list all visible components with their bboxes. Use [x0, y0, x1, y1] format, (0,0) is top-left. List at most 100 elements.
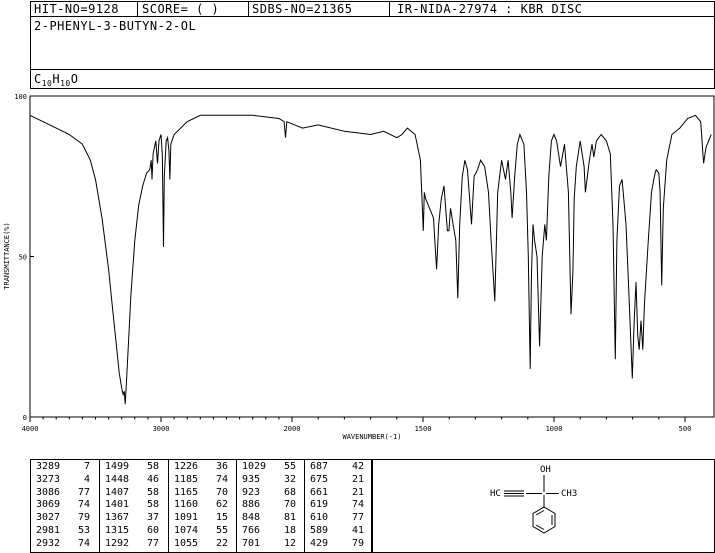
peak-column: 1029 55 935 32 923 68 886 70 848 81 766 18 701 12: [242, 461, 296, 551]
peak-wavenumber: 848: [242, 512, 261, 524]
peak-wavenumber: 1499: [105, 461, 130, 472]
peak-transmittance: 18: [283, 524, 296, 536]
peak-row: 1367 37: [105, 512, 159, 525]
peak-wavenumber: 3273: [36, 473, 61, 485]
peak-row: 1091 15: [174, 512, 228, 525]
peak-column: 3289 7 3273 4 3086 77 3069 74 3027 79 2981 53 2932 74: [36, 461, 90, 551]
peak-transmittance: 32: [283, 473, 296, 485]
peak-wavenumber: 1074: [174, 524, 199, 536]
peak-transmittance: 77: [77, 486, 90, 498]
y-tick-label: 100: [14, 93, 27, 101]
structure-frame: [372, 459, 715, 553]
peak-row: 848 81: [242, 512, 296, 525]
peak-wavenumber: 923: [242, 486, 261, 498]
peak-transmittance: 60: [146, 524, 159, 536]
x-axis-ticks: 4000 3000 2000 1500 1000 500: [22, 417, 692, 433]
peak-transmittance: 70: [283, 499, 296, 511]
peak-wavenumber: 687: [310, 461, 329, 472]
peak-wavenumber: 3069: [36, 499, 61, 511]
x-tick-label: 500: [679, 425, 692, 433]
x-tick-label: 1500: [415, 425, 432, 433]
peak-wavenumber: 886: [242, 499, 261, 511]
peak-wavenumber: 1029: [242, 461, 267, 472]
peak-transmittance: 79: [77, 512, 90, 524]
peak-wavenumber: 589: [310, 524, 329, 536]
peak-wavenumber: 1165: [174, 486, 199, 498]
peak-row: 886 70: [242, 499, 296, 512]
peak-row: 3289 7: [36, 461, 90, 474]
peak-wavenumber: 1226: [174, 461, 199, 472]
peak-wavenumber: 1407: [105, 486, 130, 498]
peak-wavenumber: 1160: [174, 499, 199, 511]
x-tick-label: 4000: [22, 425, 39, 433]
peak-wavenumber: 610: [310, 512, 329, 524]
peak-row: 1401 58: [105, 499, 159, 512]
peak-transmittance: 70: [215, 486, 228, 498]
peak-transmittance: 21: [351, 486, 364, 498]
peak-transmittance: 58: [146, 499, 159, 511]
peak-transmittance: 62: [215, 499, 228, 511]
peak-row: 3273 4: [36, 474, 90, 487]
peak-row: 3027 79: [36, 512, 90, 525]
peak-column: 1226 36 1185 74 1165 70 1160 62 1091 15 1074 55 1055…: [174, 461, 228, 551]
peak-row: 3086 77: [36, 487, 90, 500]
peak-wavenumber: 2981: [36, 524, 61, 536]
y-axis-ticks: 100 50 0: [14, 93, 34, 422]
peak-row: 923 68: [242, 487, 296, 500]
spectrum-trace: [29, 114, 712, 405]
peak-row: 766 18: [242, 525, 296, 538]
peak-transmittance: 68: [283, 486, 296, 498]
peak-row: 3069 74: [36, 499, 90, 512]
peak-row: 1448 46: [105, 474, 159, 487]
peak-wavenumber: 619: [310, 499, 329, 511]
y-axis-label: TRANSMITTANCE(%): [3, 222, 11, 289]
peak-wavenumber: 1091: [174, 512, 199, 524]
peak-transmittance: 79: [351, 537, 364, 549]
peak-wavenumber: 675: [310, 473, 329, 485]
x-axis-label: WAVENUMBER(-1): [342, 433, 401, 441]
peak-transmittance: 21: [351, 473, 364, 485]
peak-row: 1074 55: [174, 525, 228, 538]
peak-transmittance: 7: [83, 461, 90, 472]
x-tick-label: 2000: [284, 425, 301, 433]
peak-transmittance: 22: [215, 537, 228, 549]
peak-transmittance: 37: [146, 512, 159, 524]
peak-column: 1499 58 1448 46 1407 58 1401 58 1367 37 1315 60 1292…: [105, 461, 159, 551]
peak-col-sep-2: [168, 459, 169, 553]
ir-spectrum-chart: 100 500 4000 3000 2000 1500 1000 500 WAVENUMBE…: [3, 93, 715, 441]
peak-wavenumber: 1448: [105, 473, 130, 485]
peak-transmittance: 41: [351, 524, 364, 536]
y-tick-label: 50: [19, 254, 27, 262]
peak-transmittance: 46: [146, 473, 159, 485]
peak-transmittance: 74: [77, 537, 90, 549]
plot-frame: [29, 95, 715, 418]
x-tick-label: 1000: [546, 425, 563, 433]
peak-row: 1165 70: [174, 487, 228, 500]
peak-col-sep-4: [304, 459, 305, 553]
peak-row: 675 21: [310, 474, 364, 487]
peak-transmittance: 74: [351, 499, 364, 511]
peak-row: 935 32: [242, 474, 296, 487]
peak-column: 687 42 675 21 661 21 619 74 610 77 589 41 429 79: [310, 461, 364, 551]
peak-transmittance: 74: [215, 473, 228, 485]
peak-row: 1407 58: [105, 487, 159, 500]
peak-transmittance: 58: [146, 486, 159, 498]
peak-row: 2981 53: [36, 525, 90, 538]
peak-transmittance: 55: [283, 461, 296, 472]
peak-transmittance: 12: [283, 537, 296, 549]
peak-row: 661 21: [310, 487, 364, 500]
peak-wavenumber: 1292: [105, 537, 130, 549]
peak-wavenumber: 3027: [36, 512, 61, 524]
peak-transmittance: 74: [77, 499, 90, 511]
peak-wavenumber: 1185: [174, 473, 199, 485]
peak-row: 687 42: [310, 461, 364, 474]
x-tick-label: 3000: [153, 425, 170, 433]
peak-transmittance: 77: [351, 512, 364, 524]
peak-transmittance: 36: [215, 461, 228, 472]
peak-row: 1226 36: [174, 461, 228, 474]
peak-wavenumber: 701: [242, 537, 261, 549]
peak-row: 1499 58: [105, 461, 159, 474]
peak-row: 1055 22: [174, 538, 228, 551]
peak-row: 1292 77: [105, 538, 159, 551]
peak-wavenumber: 661: [310, 486, 329, 498]
